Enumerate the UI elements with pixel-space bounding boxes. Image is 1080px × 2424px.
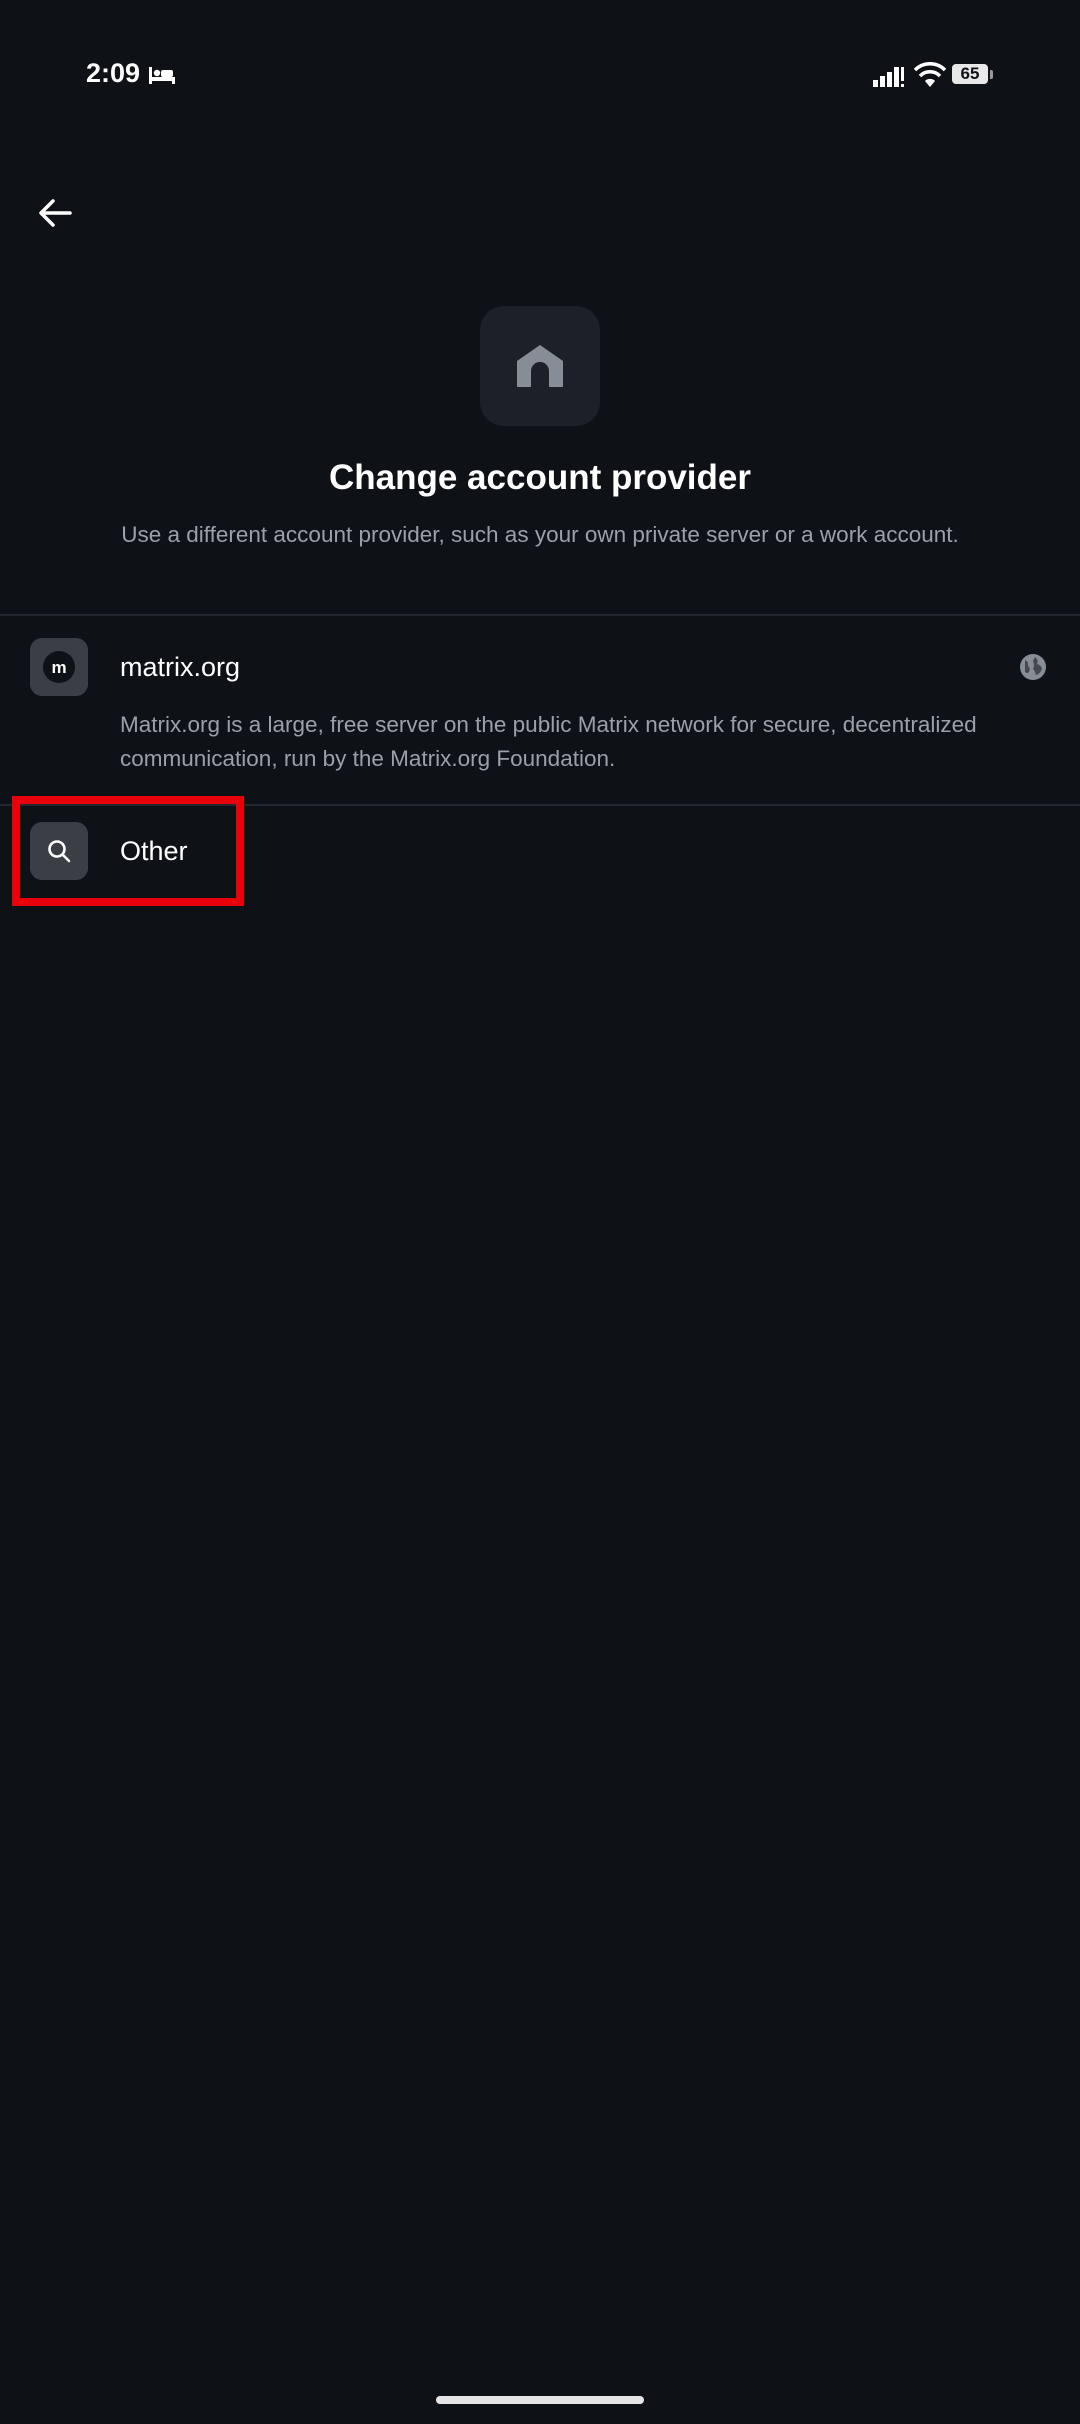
highlight-box	[12, 796, 244, 906]
header-icon-container	[480, 306, 600, 426]
home-icon	[517, 345, 563, 387]
status-time: 2:09	[86, 58, 141, 88]
globe-icon	[1020, 654, 1046, 680]
wifi-icon	[914, 62, 946, 87]
provider-item-matrix-org[interactable]: m matrix.org Matrix.org is a large, free…	[0, 616, 1080, 804]
page-title: Change account provider	[328, 458, 752, 497]
signal-icon	[873, 67, 904, 87]
sleep-icon	[149, 67, 175, 84]
home-indicator[interactable]	[436, 2396, 644, 2404]
provider-description: Matrix.org is a large, free server on th…	[120, 712, 977, 771]
provider-name: matrix.org	[120, 652, 241, 682]
matrix-logo-icon: m	[43, 651, 75, 683]
page-subtitle: Use a different account provider, such a…	[121, 522, 959, 547]
battery-icon: 65	[952, 64, 993, 86]
status-bar: 2:09 65	[0, 0, 1080, 150]
provider-icon-container: m	[30, 638, 88, 696]
arrow-left-icon	[39, 199, 72, 227]
battery-level: 65	[960, 64, 980, 83]
back-button[interactable]	[30, 188, 80, 238]
svg-text:m: m	[51, 658, 66, 677]
